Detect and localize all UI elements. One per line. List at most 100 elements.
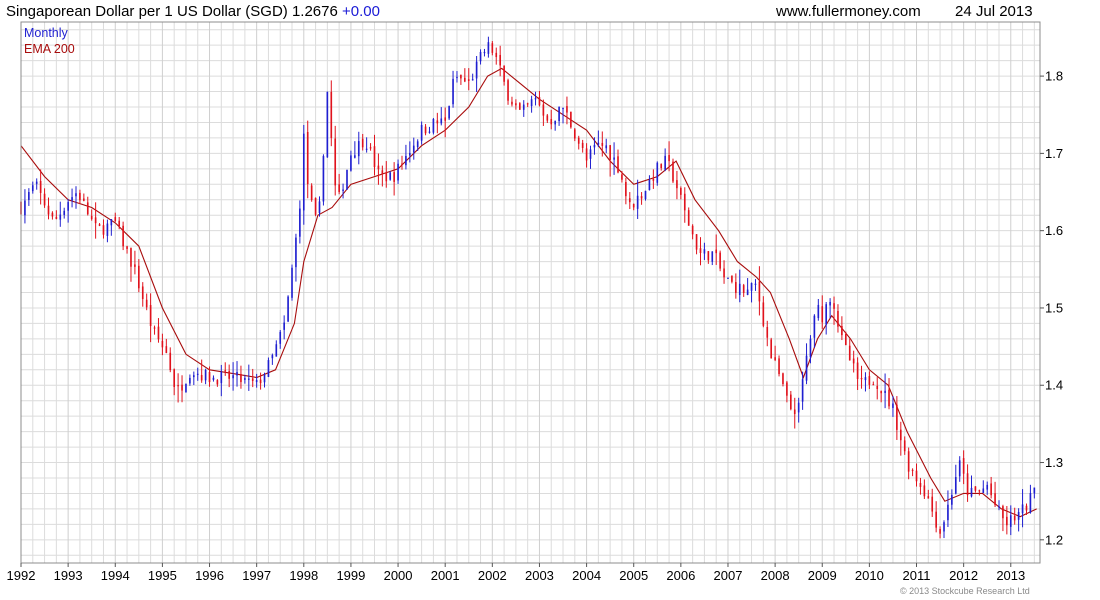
candle [251,368,254,388]
candle-body [758,281,761,302]
candle-body [185,383,187,393]
candle-body [958,460,961,477]
candle-body [1029,493,1032,513]
candle-body [106,223,109,236]
candle [440,107,443,126]
candle-body [79,192,81,201]
candle-body [71,197,73,201]
candle [974,486,977,493]
candle [695,234,698,255]
candle [1009,505,1012,536]
candle [149,293,152,343]
x-axis: 1992 1993 1994 1995 1996 1997 1998 1999 2000 2001… [7,563,1025,583]
x-tick-label: 2003 [525,568,554,583]
candle-body [350,155,352,171]
candle-body [161,340,164,348]
candle-body [24,200,26,216]
candle-body [471,79,474,81]
candle [687,207,690,226]
candle [723,260,725,284]
candle-body [59,214,62,220]
candle [287,295,289,323]
candle [71,188,73,208]
candle [306,120,309,199]
candle [813,314,816,348]
candle-body [428,131,431,133]
candle [224,362,227,376]
candle [98,223,101,227]
candle-body [664,155,666,170]
candle [640,192,643,205]
candle-body [511,101,513,105]
candle [291,264,293,301]
candle-body [330,91,333,139]
candle-body [550,119,553,125]
candle [405,144,407,170]
candle [888,378,890,410]
candle [530,95,533,113]
candle [471,73,474,81]
candle-body [786,382,788,396]
x-tick-label: 2013 [996,568,1025,583]
candle-body [809,338,812,358]
candle-body [581,142,584,148]
candle-body [39,180,42,193]
candle-body [98,224,101,226]
candle [75,186,77,209]
candle-body [263,374,266,383]
x-tick-label: 2006 [666,568,695,583]
candle-body [589,149,592,159]
candle [550,109,553,130]
candle-body [122,225,124,247]
candle-body [405,155,407,166]
candle [770,337,773,359]
candle-body [94,217,97,224]
candle [271,353,274,365]
candle-body [515,103,517,106]
candle-body [526,103,529,105]
candle [31,181,34,194]
candle [927,489,930,499]
x-tick-label: 2012 [949,568,978,583]
candle-body [833,303,835,309]
candle [479,49,482,65]
candle [935,501,937,533]
candle [1017,508,1020,532]
candle [314,197,317,217]
candle [63,207,66,219]
candle-body [754,283,757,285]
candle-body [970,487,973,497]
candle [94,202,97,239]
candle [59,201,62,227]
candle-body [212,377,215,380]
candle-body [232,375,234,379]
candle [310,183,313,202]
candle [141,282,144,307]
candle [397,159,399,184]
candle [526,102,529,108]
candle-body [609,145,611,160]
candle [652,169,655,189]
legend-monthly: Monthly [24,26,69,40]
candle-body [817,304,820,318]
x-tick-label: 2000 [384,568,413,583]
candle [848,338,851,361]
candle-body [554,120,556,125]
candle-body [990,483,992,496]
candle-body [562,107,564,110]
candle [385,161,388,188]
candle [762,296,765,328]
x-tick-label: 2001 [431,568,460,583]
x-tick-label: 1995 [148,568,177,583]
candle [628,192,631,210]
candle-body [271,355,274,359]
candle-body [432,119,435,133]
candle-body [240,373,242,383]
candle [487,36,490,58]
candle-body [338,184,340,193]
y-tick-label: 1.2 [1045,532,1063,547]
candle [754,279,757,291]
candle-body [228,371,230,379]
candle-body [998,506,1000,508]
candle [522,100,525,117]
